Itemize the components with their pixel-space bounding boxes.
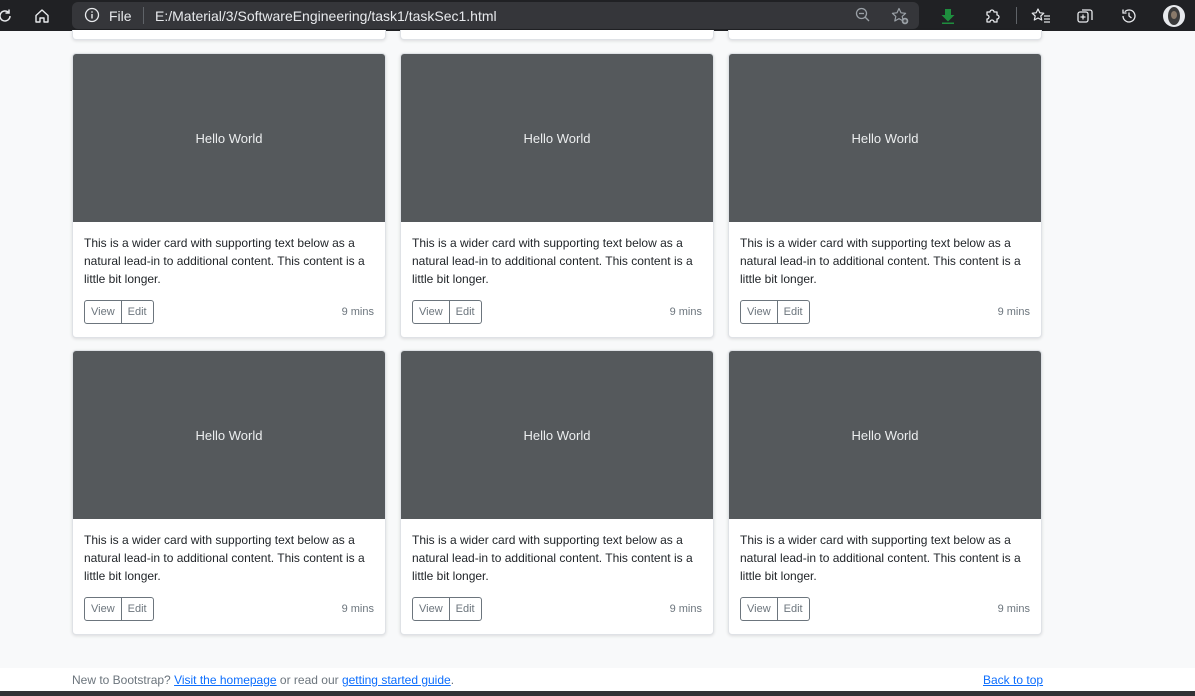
homepage-link[interactable]: Visit the homepage bbox=[174, 673, 277, 687]
view-button[interactable]: View bbox=[84, 300, 122, 324]
card-partial bbox=[400, 30, 714, 40]
getting-started-link[interactable]: getting started guide bbox=[342, 673, 451, 687]
info-icon[interactable] bbox=[84, 7, 100, 28]
thumbnail-text: Hello World bbox=[851, 130, 919, 146]
card-thumbnail: Hello World bbox=[73, 351, 385, 519]
extensions-icon[interactable] bbox=[979, 0, 1005, 31]
thumbnail-text: Hello World bbox=[195, 427, 263, 443]
card-button-group: View Edit bbox=[84, 300, 154, 324]
edit-button[interactable]: Edit bbox=[449, 597, 482, 621]
footer-suffix: . bbox=[450, 673, 455, 687]
thumbnail-text: Hello World bbox=[195, 130, 263, 146]
address-bar[interactable]: File E:/Material/3/SoftwareEngineering/t… bbox=[72, 2, 919, 29]
card-thumbnail: Hello World bbox=[729, 351, 1041, 519]
url-scheme-label: File bbox=[109, 8, 132, 24]
history-icon[interactable] bbox=[1116, 0, 1142, 31]
refresh-icon[interactable] bbox=[0, 0, 18, 31]
album-card: Hello World This is a wider card with su… bbox=[400, 350, 714, 635]
edit-button[interactable]: Edit bbox=[121, 597, 154, 621]
url-text[interactable]: E:/Material/3/SoftwareEngineering/task1/… bbox=[155, 8, 497, 24]
card-time: 9 mins bbox=[997, 603, 1030, 615]
view-button[interactable]: View bbox=[412, 597, 450, 621]
edit-button[interactable]: Edit bbox=[449, 300, 482, 324]
address-divider bbox=[143, 7, 144, 24]
toolbar-divider bbox=[1016, 7, 1017, 24]
card-body: This is a wider card with supporting tex… bbox=[84, 531, 376, 585]
card-text: This is a wider card with supporting tex… bbox=[412, 236, 693, 286]
edit-button[interactable]: Edit bbox=[777, 597, 810, 621]
window-bottom-edge bbox=[0, 691, 1195, 696]
album-card: Hello World This is a wider card with su… bbox=[72, 53, 386, 338]
card-body: This is a wider card with supporting tex… bbox=[84, 234, 376, 288]
card-thumbnail: Hello World bbox=[73, 54, 385, 222]
profile-avatar[interactable] bbox=[1161, 0, 1187, 31]
thumbnail-text: Hello World bbox=[523, 130, 591, 146]
card-thumbnail: Hello World bbox=[401, 54, 713, 222]
edit-button[interactable]: Edit bbox=[777, 300, 810, 324]
card-partial bbox=[72, 30, 386, 40]
card-thumbnail: Hello World bbox=[401, 351, 713, 519]
back-to-top-link[interactable]: Back to top bbox=[983, 673, 1043, 687]
thumbnail-text: Hello World bbox=[851, 427, 919, 443]
view-button[interactable]: View bbox=[412, 300, 450, 324]
album-card: Hello World This is a wider card with su… bbox=[728, 53, 1042, 338]
card-time: 9 mins bbox=[669, 603, 702, 615]
thumbnail-text: Hello World bbox=[523, 427, 591, 443]
view-button[interactable]: View bbox=[84, 597, 122, 621]
card-body: This is a wider card with supporting tex… bbox=[740, 234, 1032, 288]
download-icon[interactable] bbox=[935, 0, 961, 31]
card-time: 9 mins bbox=[669, 306, 702, 318]
footer-prefix: New to Bootstrap? bbox=[72, 673, 175, 687]
card-body: This is a wider card with supporting tex… bbox=[740, 531, 1032, 585]
card-partial bbox=[728, 30, 1042, 40]
card-time: 9 mins bbox=[341, 306, 374, 318]
collections-icon[interactable] bbox=[1072, 0, 1098, 31]
album-card: Hello World This is a wider card with su… bbox=[72, 350, 386, 635]
card-time: 9 mins bbox=[997, 306, 1030, 318]
favorites-icon[interactable] bbox=[1028, 0, 1054, 31]
album-card: Hello World This is a wider card with su… bbox=[400, 53, 714, 338]
card-button-group: View Edit bbox=[740, 597, 810, 621]
browser-toolbar: File E:/Material/3/SoftwareEngineering/t… bbox=[0, 0, 1195, 31]
card-text: This is a wider card with supporting tex… bbox=[84, 533, 365, 583]
album-card: Hello World This is a wider card with su… bbox=[728, 350, 1042, 635]
footer-middle: or read our bbox=[276, 673, 342, 687]
card-body: This is a wider card with supporting tex… bbox=[412, 531, 704, 585]
home-icon[interactable] bbox=[29, 0, 55, 31]
card-text: This is a wider card with supporting tex… bbox=[84, 236, 365, 286]
card-text: This is a wider card with supporting tex… bbox=[740, 533, 1021, 583]
card-thumbnail: Hello World bbox=[729, 54, 1041, 222]
card-body: This is a wider card with supporting tex… bbox=[412, 234, 704, 288]
card-text: This is a wider card with supporting tex… bbox=[740, 236, 1021, 286]
footer-text: New to Bootstrap? Visit the homepage or … bbox=[72, 673, 454, 687]
card-button-group: View Edit bbox=[412, 597, 482, 621]
card-button-group: View Edit bbox=[412, 300, 482, 324]
view-button[interactable]: View bbox=[740, 597, 778, 621]
card-text: This is a wider card with supporting tex… bbox=[412, 533, 693, 583]
card-button-group: View Edit bbox=[84, 597, 154, 621]
edit-button[interactable]: Edit bbox=[121, 300, 154, 324]
card-button-group: View Edit bbox=[740, 300, 810, 324]
add-favorite-icon[interactable] bbox=[890, 6, 910, 31]
view-button[interactable]: View bbox=[740, 300, 778, 324]
zoom-out-icon[interactable] bbox=[854, 6, 872, 29]
card-time: 9 mins bbox=[341, 603, 374, 615]
